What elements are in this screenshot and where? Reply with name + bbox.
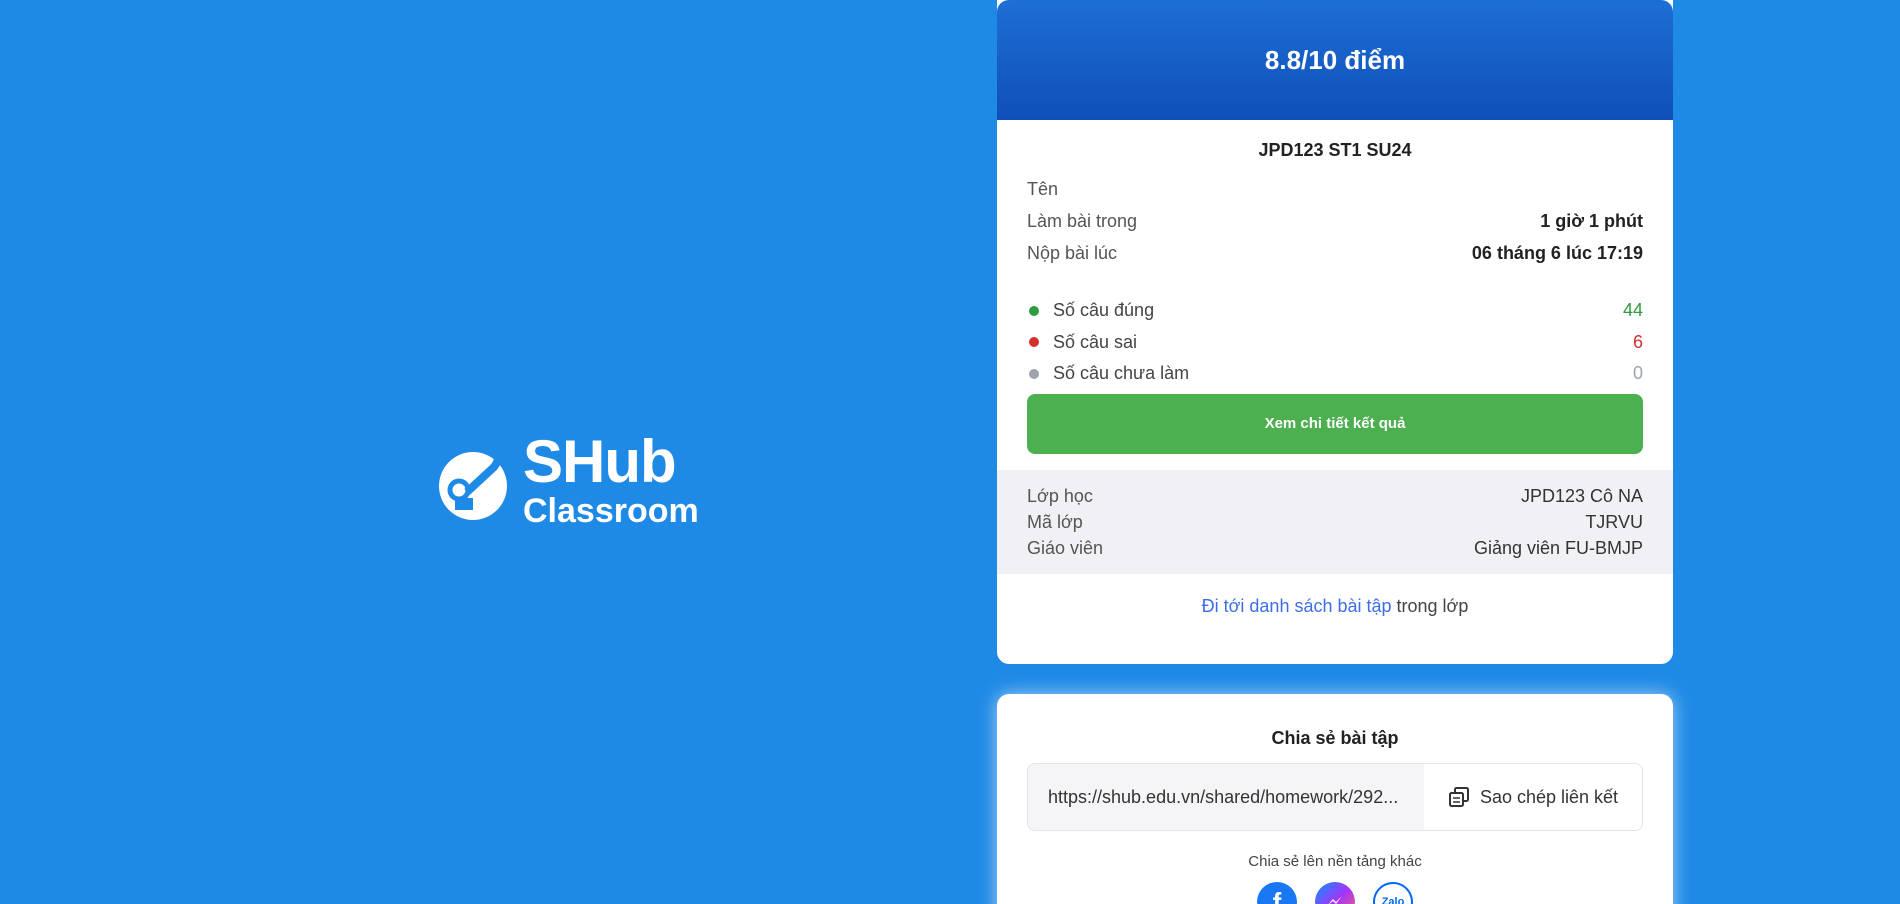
assignment-list-link[interactable]: Đi tới danh sách bài tập — [1202, 596, 1392, 616]
social-share-buttons: f Zalo — [997, 882, 1673, 904]
goto-assignments: Đi tới danh sách bài tập trong lớp — [997, 596, 1673, 617]
facebook-glyph: f — [1272, 886, 1282, 904]
score-text: 8.8/10 điểm — [1264, 44, 1406, 75]
brand-title: SHub — [523, 428, 677, 495]
duration-row: Làm bài trong 1 giờ 1 phút — [1027, 205, 1643, 237]
result-card: 8.8/10 điểm JPD123 ST1 SU24 Tên Làm bài … — [997, 0, 1673, 664]
share-url-field[interactable]: https://shub.edu.vn/shared/homework/292.… — [1028, 764, 1424, 830]
duration-value: 1 giờ 1 phút — [1540, 210, 1643, 231]
stat-value: 44 — [1622, 300, 1643, 321]
duration-label: Làm bài trong — [1027, 210, 1138, 231]
correct-dot-icon — [1029, 305, 1039, 316]
shub-logo-icon — [439, 434, 507, 520]
share-title: Chia sẻ bài tập — [1271, 728, 1399, 748]
class-value: JPD123 Cô NA — [1520, 486, 1643, 506]
submitted-row: Nộp bài lúc 06 tháng 6 lúc 17:19 — [1027, 237, 1643, 269]
messenger-icon[interactable] — [1315, 882, 1355, 904]
score-header: 8.8/10 điểm — [997, 0, 1673, 120]
class-code-label: Mã lớp — [1027, 512, 1083, 532]
assignment-title: JPD123 ST1 SU24 — [1258, 140, 1412, 160]
goto-suffix: trong lớp — [1391, 595, 1469, 616]
teacher-label: Giáo viên — [1027, 538, 1104, 558]
stat-wrong: Số câu sai 6 — [1027, 327, 1643, 359]
class-row: Lớp học JPD123 Cô NA — [1027, 484, 1643, 510]
facebook-icon[interactable]: f — [1257, 882, 1297, 904]
brand-logo: SHub Classroom — [437, 432, 699, 528]
view-details-button[interactable]: Xem chi tiết kết quả — [1027, 393, 1643, 454]
share-link-box: https://shub.edu.vn/shared/homework/292.… — [1027, 763, 1643, 831]
copy-link-button[interactable]: Sao chép liên kết — [1424, 764, 1642, 830]
copy-icon — [1448, 787, 1469, 807]
stat-value: 6 — [1632, 331, 1643, 352]
stat-unanswered: Số câu chưa làm 0 — [1027, 358, 1643, 390]
stat-value: 0 — [1632, 363, 1643, 384]
submission-info: Tên Làm bài trong 1 giờ 1 phút Nộp bài l… — [997, 173, 1673, 269]
class-code-row: Mã lớp TJRVU — [1027, 510, 1643, 536]
stat-correct: Số câu đúng 44 — [1027, 295, 1643, 327]
name-row: Tên — [1027, 173, 1643, 205]
submitted-label: Nộp bài lúc — [1027, 242, 1118, 263]
unanswered-dot-icon — [1029, 368, 1039, 379]
brand-subtitle: Classroom — [523, 492, 699, 530]
zalo-icon[interactable]: Zalo — [1373, 882, 1413, 904]
teacher-row: Giáo viên Giảng viên FU-BMJP — [1027, 536, 1643, 562]
class-label: Lớp học — [1027, 486, 1093, 506]
teacher-value: Giảng viên FU-BMJP — [1473, 538, 1643, 558]
answer-stats: Số câu đúng 44 Số câu sai 6 Số câu chưa … — [997, 295, 1673, 390]
stat-label: Số câu đúng — [1053, 300, 1155, 321]
wrong-dot-icon — [1029, 337, 1039, 348]
submitted-value: 06 tháng 6 lúc 17:19 — [1471, 242, 1643, 263]
messenger-glyph — [1328, 896, 1342, 904]
name-label: Tên — [1027, 178, 1059, 199]
share-card: Chia sẻ bài tập https://shub.edu.vn/shar… — [997, 694, 1673, 904]
copy-link-label: Sao chép liên kết — [1479, 786, 1619, 807]
stat-label: Số câu chưa làm — [1053, 363, 1190, 384]
class-info: Lớp học JPD123 Cô NA Mã lớp TJRVU Giáo v… — [997, 469, 1673, 574]
share-other-label: Chia sẻ lên nền tảng khác — [1248, 853, 1422, 870]
class-code-value: TJRVU — [1585, 512, 1643, 532]
stat-label: Số câu sai — [1053, 331, 1138, 352]
zalo-label: Zalo — [1381, 896, 1405, 904]
